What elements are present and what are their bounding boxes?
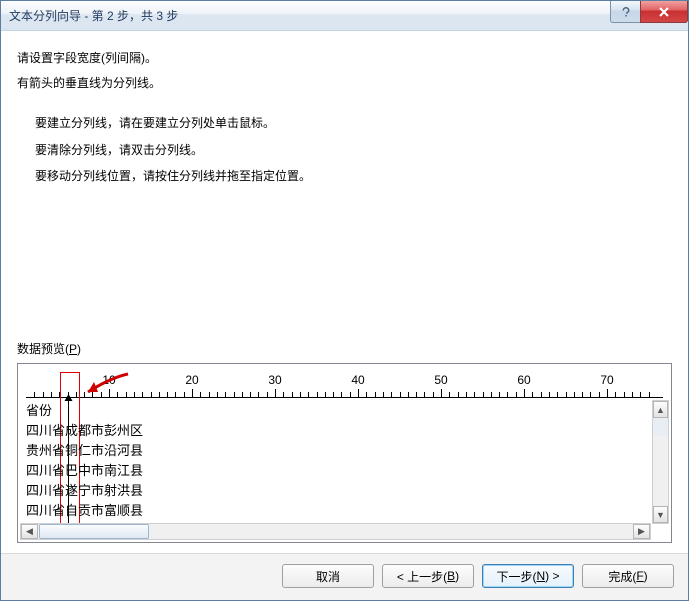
vertical-scrollbar[interactable]: ▲ ▼ — [652, 400, 669, 524]
intro-text: 请设置字段宽度(列间隔)。 有箭头的垂直线为分列线。 — [17, 49, 672, 99]
preview-row: 贵州省铜仁市沿河县 — [26, 442, 649, 462]
scroll-right-button[interactable]: ▶ — [633, 524, 650, 539]
ruler-tick-70: 70 — [600, 373, 613, 387]
preview-data: 省份四川省成都市彭州区贵州省铜仁市沿河县四川省巴中市南江县四川省遂宁市射洪县四川… — [26, 402, 649, 526]
preview-row: 省份 — [26, 402, 649, 422]
preview-row: 四川省遂宁市射洪县 — [26, 482, 649, 502]
cancel-button[interactable]: 取消 — [282, 564, 374, 588]
ruler-tick-40: 40 — [351, 373, 364, 387]
ruler-tick-30: 30 — [268, 373, 281, 387]
ruler[interactable]: 10 20 30 40 50 60 70 — [26, 372, 663, 398]
break-line-arrowhead[interactable] — [65, 394, 73, 401]
preview-row: 四川省巴中市南江县 — [26, 462, 649, 482]
scroll-down-button[interactable]: ▼ — [653, 506, 668, 523]
next-button[interactable]: 下一步(N) > — [482, 564, 574, 588]
scroll-up-button[interactable]: ▲ — [653, 401, 668, 418]
titlebar-buttons — [610, 1, 688, 23]
titlebar: 文本分列向导 - 第 2 步，共 3 步 — [1, 1, 688, 31]
preview-box[interactable]: 10 20 30 40 50 60 70 省份四川省成都市彭州区贵州省铜仁市沿河县四川省巴中… — [17, 363, 672, 543]
preview-row: 四川省自贡市富顺县 — [26, 502, 649, 522]
dialog-body: 请设置字段宽度(列间隔)。 有箭头的垂直线为分列线。 要建立分列线，请在要建立分… — [1, 31, 688, 553]
ruler-tick-50: 50 — [434, 373, 447, 387]
preview-label: 数据预览(P) — [17, 340, 672, 357]
help-icon — [620, 6, 632, 18]
help-button[interactable] — [610, 1, 640, 23]
scroll-left-button[interactable]: ◀ — [21, 524, 38, 539]
back-button[interactable]: < 上一步(B) — [382, 564, 474, 588]
preview-section: 数据预览(P) 10 20 30 40 50 60 70 省份四川省成都市彭州区贵州省铜仁市… — [17, 340, 672, 543]
intro-line-2: 有箭头的垂直线为分列线。 — [17, 74, 672, 93]
finish-button[interactable]: 完成(F) — [582, 564, 674, 588]
intro-line-1: 请设置字段宽度(列间隔)。 — [17, 49, 672, 68]
preview-row: 四川省成都市彭州区 — [26, 422, 649, 442]
instruction-move: 要移动分列线位置，请按住分列线并拖至指定位置。 — [35, 166, 672, 186]
close-icon — [658, 6, 670, 18]
scroll-thumb[interactable] — [39, 524, 149, 539]
window-title: 文本分列向导 - 第 2 步，共 3 步 — [9, 7, 178, 24]
close-button[interactable] — [640, 1, 688, 23]
dialog-footer: 取消 < 上一步(B) 下一步(N) > 完成(F) — [1, 553, 688, 600]
ruler-tick-60: 60 — [517, 373, 530, 387]
instruction-list: 要建立分列线，请在要建立分列处单击鼠标。 要清除分列线，请双击分列线。 要移动分… — [35, 113, 672, 192]
instruction-clear: 要清除分列线，请双击分列线。 — [35, 140, 672, 160]
ruler-tick-10: 10 — [102, 373, 115, 387]
wizard-dialog: 文本分列向导 - 第 2 步，共 3 步 请设置字段宽度(列间隔)。 有箭头的垂… — [0, 0, 689, 601]
ruler-tick-20: 20 — [185, 373, 198, 387]
horizontal-scrollbar[interactable]: ◀ ▶ — [20, 523, 651, 540]
instruction-create: 要建立分列线，请在要建立分列处单击鼠标。 — [35, 113, 672, 133]
